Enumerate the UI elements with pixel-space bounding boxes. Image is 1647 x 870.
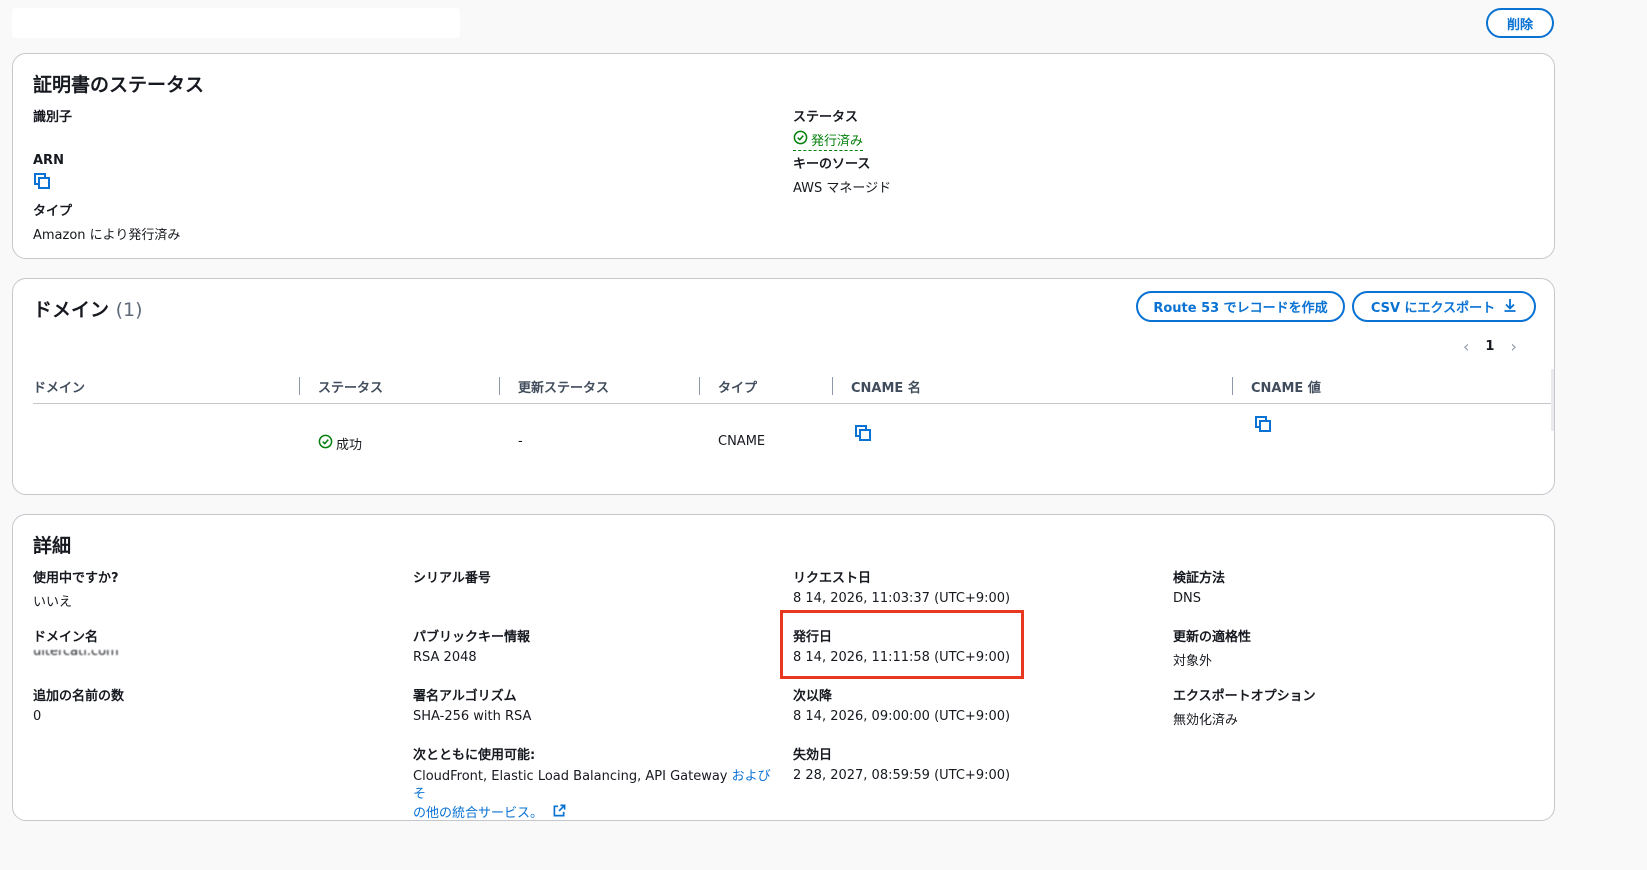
success-check-icon <box>318 434 333 453</box>
copy-cname-name-icon[interactable] <box>854 424 872 442</box>
column-header-type[interactable]: タイプ <box>718 377 757 396</box>
column-separator[interactable] <box>299 377 300 395</box>
additional-names-value: 0 <box>33 709 42 724</box>
renewal-eligibility-field: 更新の適格性 対象外 <box>1173 626 1251 669</box>
export-csv-label: CSV にエクスポート <box>1370 301 1496 316</box>
in-use-field: 使用中ですか? いいえ <box>33 567 119 610</box>
key-source-label: キーのソース <box>793 157 871 172</box>
create-route53-records-button[interactable]: Route 53 でレコードを作成 <box>1136 291 1345 322</box>
additional-names-label: 追加の名前の数 <box>33 689 125 704</box>
integrated-services-link-continued[interactable]: の他の統合サービス。 <box>413 806 543 820</box>
details-title: 詳細 <box>33 535 72 557</box>
row-type: CNAME <box>718 434 766 449</box>
validation-method-label: 検証方法 <box>1173 571 1226 586</box>
column-header-cname-name[interactable]: CNAME 名 <box>851 377 921 396</box>
not-before-field: 次以降 8 14, 2026, 09:00:00 (UTC+9:00) <box>793 685 1010 724</box>
renewal-eligibility-label: 更新の適格性 <box>1173 630 1252 645</box>
domains-panel: ドメイン (1) Route 53 でレコードを作成 CSV にエクスポート ‹… <box>12 278 1555 495</box>
domain-name-label: ドメイン名 <box>33 630 99 645</box>
export-option-value: 無効化済み <box>1173 713 1239 728</box>
arn-field: ARN <box>33 153 64 194</box>
certificate-status-panel: 証明書のステータス 識別子 ARN タイプ Amazon により発行済み ステー… <box>12 53 1555 259</box>
not-after-field: 失効日 2 28, 2027, 08:59:59 (UTC+9:00) <box>793 744 1010 783</box>
usable-with-field: 次とともに使用可能: CloudFront, Elastic Load Bala… <box>413 744 773 820</box>
domains-count: (1) <box>115 299 143 321</box>
requested-date-value: 8 14, 2026, 11:03:37 (UTC+9:00) <box>793 591 1011 606</box>
status-value: 発行済み <box>811 134 864 149</box>
column-header-renewal-status[interactable]: 更新ステータス <box>518 377 609 396</box>
not-after-label: 失効日 <box>793 748 833 763</box>
type-value: Amazon により発行済み <box>33 228 181 243</box>
requested-date-field: リクエスト日 8 14, 2026, 11:03:37 (UTC+9:00) <box>793 567 1010 606</box>
not-before-value: 8 14, 2026, 09:00:00 (UTC+9:00) <box>793 709 1011 724</box>
usable-with-label: 次とともに使用可能: <box>413 748 536 763</box>
column-separator[interactable] <box>1232 377 1233 395</box>
arn-label: ARN <box>33 153 64 168</box>
column-separator[interactable] <box>832 377 833 395</box>
page-title-placeholder <box>12 8 460 38</box>
key-source-value: AWS マネージド <box>793 181 892 196</box>
column-header-status[interactable]: ステータス <box>318 377 383 396</box>
download-icon <box>1503 298 1517 316</box>
domain-name-field: ドメイン名 ultercati.com <box>33 626 119 658</box>
current-page[interactable]: 1 <box>1485 339 1494 354</box>
in-use-label: 使用中ですか? <box>33 571 119 586</box>
row-renewal-status: - <box>518 434 523 449</box>
success-check-icon <box>793 130 808 149</box>
row-status: 成功 <box>318 434 362 453</box>
not-after-value: 2 28, 2027, 08:59:59 (UTC+9:00) <box>793 768 1011 783</box>
previous-page-icon[interactable]: ‹ <box>1463 337 1469 356</box>
public-key-value: RSA 2048 <box>413 650 477 665</box>
copy-arn-icon[interactable] <box>33 172 51 190</box>
domains-title-text: ドメイン <box>33 299 110 321</box>
domains-title: ドメイン (1) <box>33 295 143 322</box>
renewal-eligibility-value: 対象外 <box>1173 654 1213 669</box>
status-label: ステータス <box>793 110 859 125</box>
signature-algorithm-field: 署名アルゴリズム SHA-256 with RSA <box>413 685 531 724</box>
certificate-status-title: 証明書のステータス <box>33 74 205 96</box>
in-use-value: いいえ <box>33 595 73 610</box>
next-page-icon[interactable]: › <box>1510 337 1516 356</box>
additional-names-field: 追加の名前の数 0 <box>33 685 124 724</box>
not-before-label: 次以降 <box>793 689 833 704</box>
issued-date-highlight <box>780 610 1024 679</box>
type-field: タイプ Amazon により発行済み <box>33 200 180 243</box>
signature-algorithm-value: SHA-256 with RSA <box>413 709 532 724</box>
table-header-divider <box>33 403 1554 404</box>
public-key-field: パブリックキー情報 RSA 2048 <box>413 626 530 665</box>
delete-button[interactable]: 削除 <box>1486 8 1554 38</box>
public-key-label: パブリックキー情報 <box>413 630 531 645</box>
external-link-icon[interactable] <box>553 804 566 820</box>
identifier-field: 識別子 <box>33 106 72 130</box>
export-csv-button[interactable]: CSV にエクスポート <box>1352 291 1536 322</box>
issued-status[interactable]: 発行済み <box>793 130 864 151</box>
status-field: ステータス 発行済み <box>793 106 864 151</box>
row-status-text: 成功 <box>336 438 363 453</box>
pagination: ‹ 1 › <box>1463 337 1517 356</box>
export-option-label: エクスポートオプション <box>1173 689 1316 704</box>
type-label: タイプ <box>33 204 73 219</box>
serial-number-label: シリアル番号 <box>413 571 491 586</box>
copy-cname-value-icon[interactable] <box>1254 415 1272 433</box>
usable-with-services: CloudFront, Elastic Load Balancing, API … <box>413 769 732 784</box>
usable-with-value: CloudFront, Elastic Load Balancing, API … <box>413 768 773 820</box>
column-header-domain[interactable]: ドメイン <box>33 377 85 396</box>
column-separator[interactable] <box>699 377 700 395</box>
key-source-field: キーのソース AWS マネージド <box>793 153 891 196</box>
column-header-cname-value[interactable]: CNAME 値 <box>1251 377 1321 396</box>
domain-name-value: ultercati.com <box>33 650 119 658</box>
validation-method-field: 検証方法 DNS <box>1173 567 1225 606</box>
table-scrollbar[interactable] <box>1551 369 1554 431</box>
signature-algorithm-label: 署名アルゴリズム <box>413 689 517 704</box>
serial-number-field: シリアル番号 <box>413 567 491 591</box>
identifier-label: 識別子 <box>33 110 73 125</box>
validation-method-value: DNS <box>1173 591 1201 606</box>
export-option-field: エクスポートオプション 無効化済み <box>1173 685 1316 728</box>
column-separator[interactable] <box>499 377 500 395</box>
requested-date-label: リクエスト日 <box>793 571 872 586</box>
